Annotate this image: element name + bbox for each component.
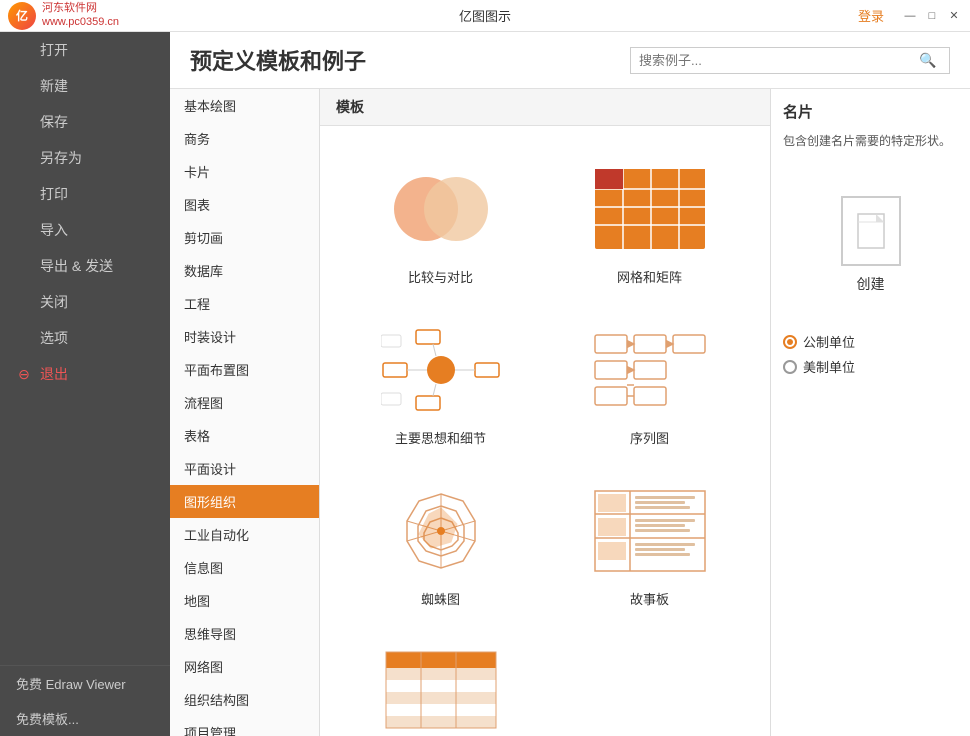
templates-grid: 比较与对比 [320,126,770,736]
search-input[interactable] [639,53,919,68]
create-icon [841,196,901,266]
template-item-grid[interactable]: 网格和矩阵 [545,142,754,303]
template-thumb-mind [376,320,506,420]
panel-container: 基本绘图 商务 卡片 图表 剪切画 数据库 工程 时装设计 平面布置图 流程图 … [170,89,970,736]
maximize-button[interactable]: □ [924,8,940,24]
create-section: 创建 [783,180,958,310]
unit-radio-group: 公制单位 美制单位 [783,332,958,376]
template-thumb-grid [585,159,715,259]
template-name-compare: 比较与对比 [408,267,473,286]
template-item-table2[interactable]: 表格图 [336,625,545,736]
app-title: 亿图图示 [459,6,511,25]
content-area: 预定义模板和例子 🔍 基本绘图 商务 卡片 图表 剪切画 数据库 工程 时装设计… [170,32,970,736]
sidebar-item-new[interactable]: 新建 [0,68,170,104]
create-label[interactable]: 创建 [857,274,885,294]
category-item-network[interactable]: 网络图 [170,650,319,683]
category-list: 基本绘图 商务 卡片 图表 剪切画 数据库 工程 时装设计 平面布置图 流程图 … [170,89,320,736]
search-icon: 🔍 [919,52,936,69]
template-item-storyboard[interactable]: 故事板 [545,464,754,625]
sidebar-item-saveas[interactable]: 另存为 [0,140,170,176]
radio-imperial[interactable]: 美制单位 [783,357,958,376]
template-name-storyboard: 故事板 [630,589,669,608]
search-bar: 🔍 [630,47,950,74]
category-item-flat[interactable]: 平面设计 [170,452,319,485]
category-item-floor[interactable]: 平面布置图 [170,353,319,386]
sidebar-item-open[interactable]: 打开 [0,32,170,68]
sidebar-item-exit[interactable]: ⊖ 退出 [0,356,170,392]
sidebar-item-free-templates[interactable]: 免费模板... [0,701,170,736]
category-item-info[interactable]: 信息图 [170,551,319,584]
template-item-sequence[interactable]: 序列图 [545,303,754,464]
template-item-mind[interactable]: 主要思想和细节 [336,303,545,464]
template-name-grid: 网格和矩阵 [617,267,682,286]
sidebar-item-close[interactable]: 关闭 [0,284,170,320]
category-item-table[interactable]: 表格 [170,419,319,452]
category-item-map[interactable]: 地图 [170,584,319,617]
right-panel-description: 包含创建名片需要的特定形状。 [783,132,958,150]
category-item-basic[interactable]: 基本绘图 [170,89,319,122]
template-thumb-table2 [376,642,506,736]
category-item-industrial[interactable]: 工业自动化 [170,518,319,551]
right-panel: 名片 包含创建名片需要的特定形状。 创建 公制单位 [770,89,970,736]
templates-section: 模板 比较与对比 [320,89,770,736]
login-button[interactable]: 登录 [858,6,884,25]
logo-text: 河东软件网 www.pc0359.cn [42,2,119,28]
template-name-spider: 蜘蛛图 [421,589,460,608]
radio-metric-dot [783,335,797,349]
sidebar-item-print[interactable]: 打印 [0,176,170,212]
page-header: 预定义模板和例子 🔍 [170,32,970,89]
category-item-graphic[interactable]: 图形组织 [170,485,319,518]
category-item-card[interactable]: 卡片 [170,155,319,188]
radio-imperial-dot [783,360,797,374]
template-name-mind: 主要思想和细节 [395,428,486,447]
section-header: 模板 [320,89,770,126]
logo-icon: 亿 [8,2,36,30]
template-thumb-spider [376,481,506,581]
window-controls: 登录 — □ ✕ [858,6,962,25]
template-thumb-storyboard [585,481,715,581]
sidebar-item-options[interactable]: 选项 [0,320,170,356]
close-button[interactable]: ✕ [946,8,962,24]
template-name-sequence: 序列图 [630,428,669,447]
category-item-business[interactable]: 商务 [170,122,319,155]
logo: 亿 河东软件网 www.pc0359.cn [8,2,119,30]
main-container: 打开 新建 保存 另存为 打印 导入 导出 & 发送 关闭 [0,32,970,736]
page-title: 预定义模板和例子 [190,44,366,76]
category-item-fashion[interactable]: 时装设计 [170,320,319,353]
template-thumb-sequence [585,320,715,420]
title-bar: 亿 河东软件网 www.pc0359.cn 亿图图示 登录 — □ ✕ [0,0,970,32]
category-item-chart[interactable]: 图表 [170,188,319,221]
sidebar-item-export[interactable]: 导出 & 发送 [0,248,170,284]
category-item-engineering[interactable]: 工程 [170,287,319,320]
template-item-spider[interactable]: 蜘蛛图 [336,464,545,625]
category-item-project[interactable]: 项目管理 [170,716,319,736]
category-item-org[interactable]: 组织结构图 [170,683,319,716]
sidebar-item-save[interactable]: 保存 [0,104,170,140]
category-item-mindmap[interactable]: 思维导图 [170,617,319,650]
template-thumb-compare [376,159,506,259]
category-item-flow[interactable]: 流程图 [170,386,319,419]
radio-metric[interactable]: 公制单位 [783,332,958,351]
category-item-clip[interactable]: 剪切画 [170,221,319,254]
sidebar-item-import[interactable]: 导入 [0,212,170,248]
minimize-button[interactable]: — [902,8,918,24]
right-panel-title: 名片 [783,101,958,122]
exit-icon: ⊖ [16,366,32,383]
category-item-db[interactable]: 数据库 [170,254,319,287]
template-item-compare[interactable]: 比较与对比 [336,142,545,303]
sidebar-bottom: 免费 Edraw Viewer 免费模板... [0,665,170,736]
sidebar: 打开 新建 保存 另存为 打印 导入 导出 & 发送 关闭 [0,32,170,736]
sidebar-item-edraw-viewer[interactable]: 免费 Edraw Viewer [0,666,170,701]
